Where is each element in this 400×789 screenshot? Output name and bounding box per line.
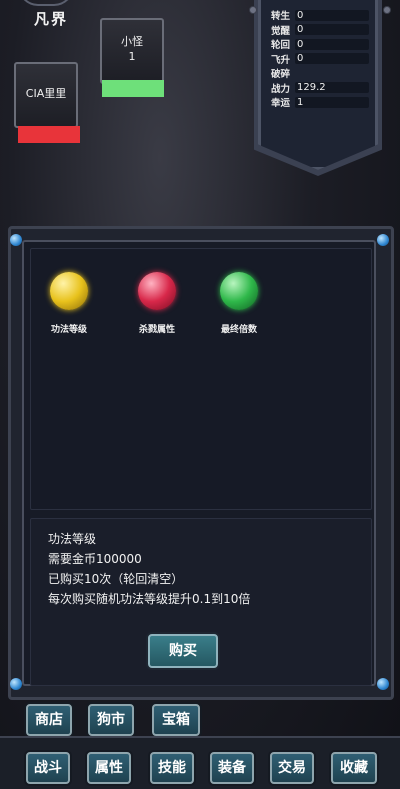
blue-gem-icon — [377, 234, 389, 246]
tab-equipment[interactable]: 装备 — [210, 752, 254, 784]
unit-health-bar-player — [18, 126, 80, 143]
unit-hp: 1 — [128, 50, 136, 63]
buy-button[interactable]: 购买 — [148, 634, 218, 668]
bolt-icon — [383, 6, 391, 14]
gem-label: 杀戮属性 — [138, 325, 175, 335]
unit-card-monster[interactable]: 小怪 1 — [100, 18, 164, 84]
stat-row-shatter: 破碎 — [271, 69, 291, 81]
info-bought: 已购买10次（轮回清空） — [48, 572, 184, 586]
chest-button[interactable]: 宝箱 — [152, 704, 200, 736]
blue-gem-icon — [10, 678, 22, 690]
yellow-orb-icon[interactable] — [50, 272, 88, 310]
unit-card-player[interactable]: CIA里里 — [14, 62, 78, 128]
stats-panel: 转生 0 觉醒 0 轮回 0 飞升 0 破碎 战力 129.2 幸运 1 — [258, 0, 378, 170]
market-button[interactable]: 狗市 — [88, 704, 134, 736]
tab-trade[interactable]: 交易 — [270, 752, 314, 784]
tab-attributes[interactable]: 属性 — [87, 752, 131, 784]
stat-row-ascend: 飞升 0 — [271, 52, 369, 67]
stat-row-power: 战力 129.2 — [271, 81, 369, 96]
gem-label: 功法等级 — [50, 325, 87, 335]
info-title: 功法等级 — [48, 532, 97, 546]
blue-gem-icon — [377, 678, 389, 690]
green-orb-icon[interactable] — [220, 272, 258, 310]
tab-battle[interactable]: 战斗 — [26, 752, 70, 784]
stat-row-samsara: 轮回 0 — [271, 37, 369, 52]
info-cost: 需要金币100000 — [48, 552, 142, 566]
tab-collection[interactable]: 收藏 — [331, 752, 377, 784]
stat-row-rebirth: 转生 0 — [271, 8, 369, 23]
realm-title: 凡界 — [34, 10, 69, 28]
bolt-icon — [249, 6, 257, 14]
red-orb-icon[interactable] — [138, 272, 176, 310]
info-description: 每次购买随机功法等级提升0.1到10倍 — [48, 592, 251, 606]
stat-row-awaken: 觉醒 0 — [271, 23, 369, 38]
shop-button[interactable]: 商店 — [26, 704, 72, 736]
tab-skills[interactable]: 技能 — [150, 752, 194, 784]
realm-ornament — [18, 0, 74, 6]
gem-label: 最终倍数 — [220, 325, 257, 335]
unit-name: CIA里里 — [25, 87, 67, 100]
blue-gem-icon — [10, 234, 22, 246]
unit-health-bar-monster — [102, 80, 164, 97]
unit-name: 小怪 — [121, 35, 143, 48]
stat-row-luck: 幸运 1 — [271, 95, 369, 110]
